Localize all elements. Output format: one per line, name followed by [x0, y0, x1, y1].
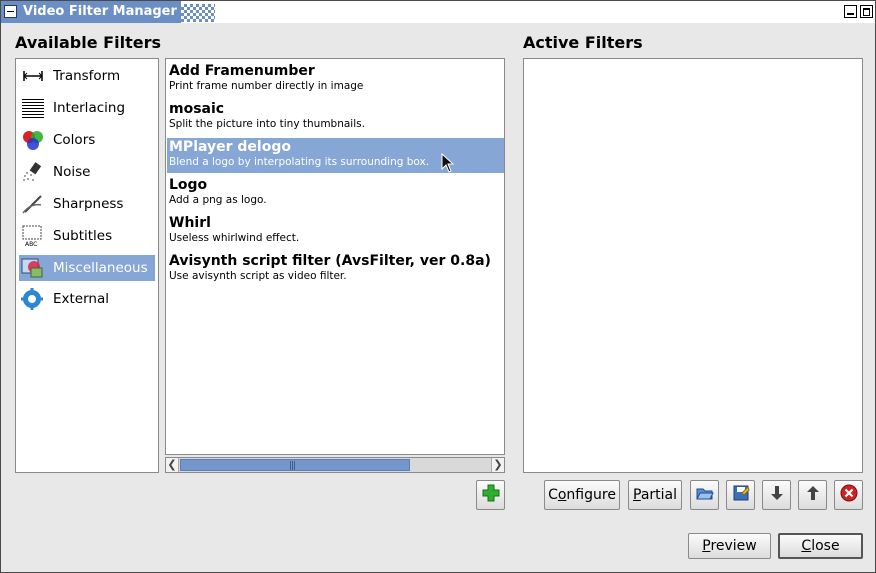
filter-list: Add Framenumber Print frame number direc…	[165, 58, 505, 455]
add-icon	[482, 484, 500, 506]
move-up-button[interactable]	[798, 480, 827, 510]
grip-icon: |||	[289, 461, 296, 471]
category-item-subtitles[interactable]: ABC Subtitles	[19, 223, 155, 249]
preview-label: Preview	[702, 538, 757, 554]
category-item-transform[interactable]: Transform	[19, 63, 155, 89]
category-item-external[interactable]: External	[19, 286, 155, 312]
category-label: Colors	[53, 132, 96, 148]
interlacing-icon	[21, 97, 45, 119]
svg-text:ABC: ABC	[25, 241, 37, 247]
open-button[interactable]	[690, 480, 719, 510]
category-label: Transform	[53, 68, 121, 84]
filter-name: Add Framenumber	[169, 63, 315, 79]
title-pattern	[181, 4, 215, 22]
window-title: Video Filter Manager	[23, 4, 177, 19]
filter-item[interactable]: Logo Add a png as logo.	[167, 176, 504, 211]
category-label: Subtitles	[53, 228, 113, 244]
sharpness-icon	[21, 193, 45, 215]
remove-filter-button[interactable]	[834, 480, 863, 510]
filter-description: Print frame number directly in image	[169, 80, 364, 92]
filter-list-scrollbar[interactable]: ❮ ||| ❯	[165, 457, 505, 473]
mnemonic: P	[702, 538, 711, 554]
miscellaneous-icon	[21, 257, 45, 279]
save-icon	[732, 484, 750, 506]
title-bar: Video Filter Manager	[1, 1, 875, 23]
maximize-button[interactable]	[860, 5, 873, 18]
filter-description: Add a png as logo.	[169, 194, 267, 206]
window-menu-button[interactable]	[4, 5, 17, 18]
partial-label: Partial	[632, 487, 677, 503]
move-up-icon	[804, 484, 822, 506]
close-label: Close	[801, 538, 840, 554]
category-list: Transform Interlacing Colors Noise Sharp…	[15, 58, 159, 473]
mnemonic: o	[557, 487, 567, 503]
active-filters-heading: Active Filters	[523, 33, 643, 52]
filter-item[interactable]: Add Framenumber Print frame number direc…	[167, 62, 504, 97]
scrollbar-thumb[interactable]: |||	[180, 459, 410, 471]
move-down-button[interactable]	[762, 480, 791, 510]
filter-name: mosaic	[169, 101, 225, 117]
partial-button[interactable]: Partial	[628, 480, 682, 510]
filter-name: Whirl	[169, 215, 211, 231]
minimize-button[interactable]	[844, 5, 857, 18]
configure-label: Configure	[548, 487, 616, 503]
preview-button[interactable]: Preview	[688, 533, 771, 559]
subtitles-icon: ABC	[21, 225, 45, 248]
move-down-icon	[768, 484, 786, 506]
filter-item[interactable]: Avisynth script filter (AvsFilter, ver 0…	[167, 252, 504, 287]
add-filter-button[interactable]	[476, 480, 505, 510]
category-item-miscellaneous[interactable]: Miscellaneous	[19, 255, 155, 281]
category-item-colors[interactable]: Colors	[19, 127, 155, 153]
active-filter-list[interactable]	[523, 58, 863, 473]
filter-item[interactable]: mosaic Split the picture into tiny thumb…	[167, 100, 504, 135]
scroll-left-icon[interactable]: ❮	[166, 458, 179, 472]
filter-name: Logo	[169, 177, 208, 193]
transform-icon	[21, 65, 45, 87]
mnemonic: P	[632, 487, 641, 503]
category-label: Sharpness	[53, 196, 124, 212]
filter-item[interactable]: Whirl Useless whirlwind effect.	[167, 214, 504, 249]
filter-description: Useless whirlwind effect.	[169, 232, 300, 244]
mouse-pointer-icon	[441, 152, 455, 173]
filter-name: Avisynth script filter (AvsFilter, ver 0…	[169, 253, 491, 269]
mnemonic: C	[801, 538, 812, 554]
noise-icon	[21, 161, 45, 183]
filter-description: Use avisynth script as video filter.	[169, 270, 347, 282]
video-filter-manager-window: Video Filter Manager Available Filters A…	[0, 0, 876, 573]
configure-button[interactable]: Configure	[544, 480, 620, 510]
open-icon	[695, 484, 714, 506]
save-button[interactable]	[726, 480, 755, 510]
category-item-interlacing[interactable]: Interlacing	[19, 95, 155, 121]
available-filters-heading: Available Filters	[15, 33, 161, 52]
category-item-sharpness[interactable]: Sharpness	[19, 191, 155, 217]
category-label: Miscellaneous	[53, 260, 148, 276]
colors-icon	[21, 129, 45, 151]
external-icon	[21, 288, 45, 310]
category-label: Interlacing	[53, 100, 126, 116]
scroll-right-icon[interactable]: ❯	[491, 458, 504, 472]
category-label: External	[53, 291, 110, 307]
category-label: Noise	[53, 164, 91, 180]
close-button[interactable]: Close	[778, 533, 863, 559]
remove-icon	[840, 484, 858, 506]
category-item-noise[interactable]: Noise	[19, 159, 155, 185]
filter-description: Split the picture into tiny thumbnails.	[169, 118, 365, 130]
